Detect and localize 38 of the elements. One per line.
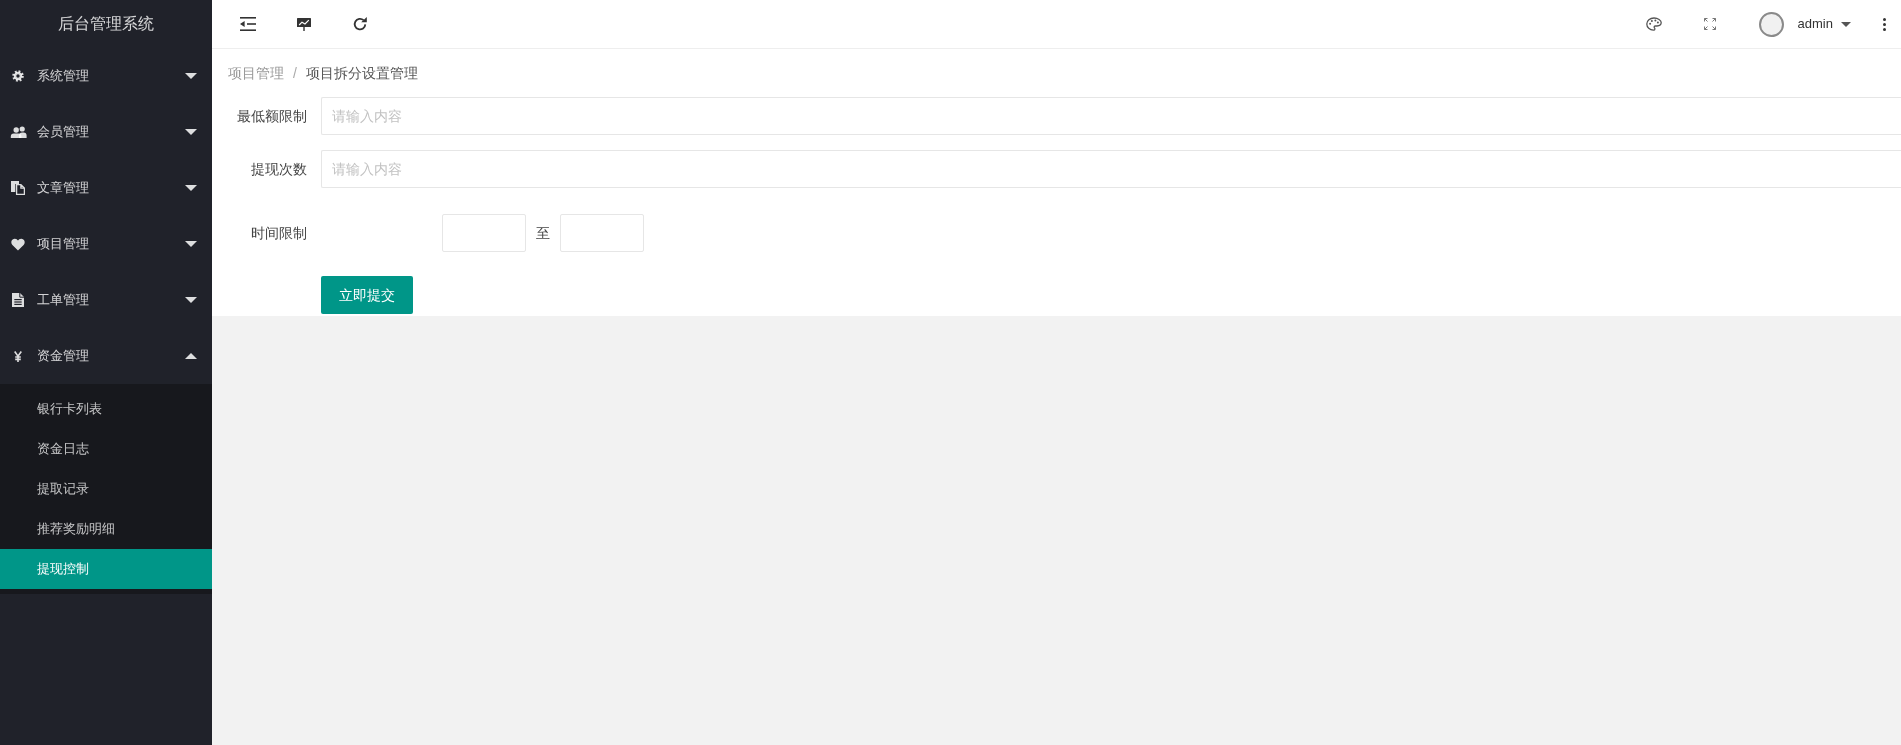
outdent-icon[interactable] bbox=[240, 17, 256, 31]
breadcrumb-current: 项目拆分设置管理 bbox=[305, 63, 418, 83]
app-title: 后台管理系统 bbox=[58, 14, 154, 34]
submit-button[interactable]: 立即提交 bbox=[321, 276, 413, 314]
field-label: 时间限制 bbox=[251, 223, 307, 243]
gear-icon bbox=[12, 70, 24, 82]
menu-item[interactable]: 工单管理 bbox=[0, 272, 212, 328]
field-label: 最低额限制 bbox=[237, 106, 307, 126]
text-input[interactable]: 请输入内容 bbox=[321, 97, 1901, 135]
presentation-chart-icon[interactable] bbox=[297, 17, 311, 31]
menu-item[interactable]: 项目管理 bbox=[0, 216, 212, 272]
yen-icon bbox=[14, 350, 22, 362]
text-input[interactable]: 请输入内容 bbox=[321, 150, 1901, 188]
palette-icon[interactable] bbox=[1645, 17, 1662, 31]
users-icon bbox=[9, 126, 27, 138]
submenu-item[interactable]: 推荐奖励明细 bbox=[0, 509, 212, 549]
range-separator: 至 bbox=[536, 223, 550, 243]
more-icon[interactable] bbox=[1882, 17, 1886, 31]
field-label: 提现次数 bbox=[251, 159, 307, 179]
files-icon bbox=[11, 181, 25, 195]
fullscreen-icon[interactable] bbox=[1703, 18, 1716, 30]
menu-item[interactable]: 文章管理 bbox=[0, 160, 212, 216]
breadcrumb-separator: / bbox=[293, 63, 297, 83]
submenu-item[interactable]: 资金日志 bbox=[0, 429, 212, 469]
user-menu[interactable]: admin bbox=[1797, 14, 1851, 34]
refresh-icon[interactable] bbox=[353, 17, 367, 31]
caret-down-icon bbox=[1841, 21, 1851, 27]
range-start-input[interactable] bbox=[442, 214, 526, 252]
submenu-item[interactable]: 提取记录 bbox=[0, 469, 212, 509]
menu-item[interactable]: 资金管理 bbox=[0, 328, 212, 384]
avatar-icon[interactable] bbox=[1758, 11, 1784, 37]
submenu-item[interactable]: 银行卡列表 bbox=[0, 389, 212, 429]
submenu-item[interactable]: 提现控制 bbox=[0, 549, 212, 589]
menu-item[interactable]: 系统管理 bbox=[0, 48, 212, 104]
range-end-input[interactable] bbox=[560, 214, 644, 252]
menu-item[interactable]: 会员管理 bbox=[0, 104, 212, 160]
file-text-icon bbox=[12, 293, 24, 307]
heart-icon bbox=[11, 237, 25, 251]
